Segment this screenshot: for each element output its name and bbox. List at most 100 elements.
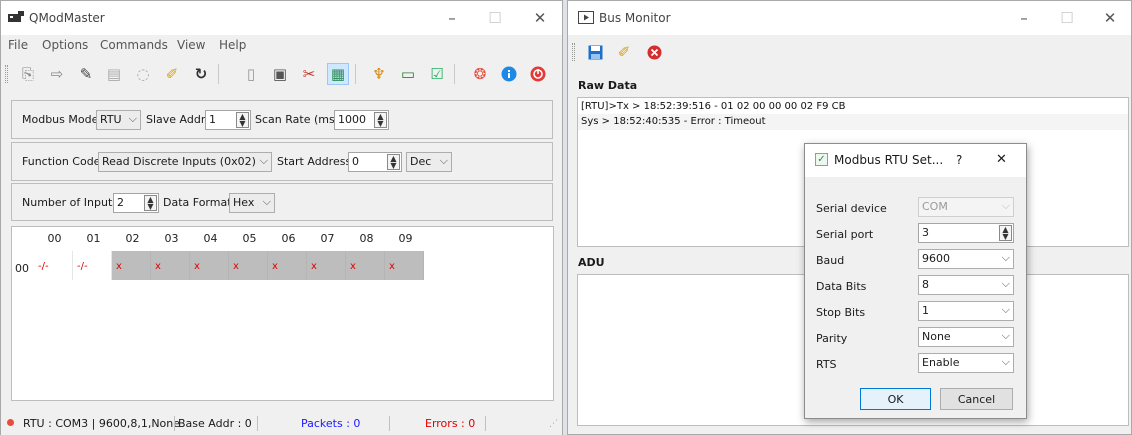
function-code-label: Function Code	[22, 155, 101, 168]
spin-arrows-icon: ▲ ▼	[236, 112, 249, 128]
rts-select[interactable]: Enable ⌵	[918, 353, 1014, 373]
chevron-down-icon: ⌵	[1001, 251, 1010, 264]
ok-button[interactable]: OK	[860, 388, 931, 410]
connection-status: RTU : COM3 | 9600,8,1,None	[23, 417, 181, 430]
toolbar-grip-icon[interactable]	[5, 65, 8, 83]
qmodmaster-titlebar[interactable]: QModMaster – ☐ ✕	[1, 1, 562, 35]
table-cell[interactable]: x	[190, 251, 229, 280]
slave-addr-label: Slave Addr	[146, 113, 206, 126]
app-icon	[8, 11, 24, 22]
parity-label: Parity	[816, 332, 848, 345]
address-format-select[interactable]: Dec ⌵	[406, 152, 452, 172]
resize-grip-icon[interactable]: ⋰	[549, 419, 558, 429]
table-cell[interactable]: x	[112, 251, 151, 280]
clear-icon[interactable]: ✐	[161, 63, 183, 85]
window-title: QModMaster	[29, 11, 105, 25]
modbus-tcp-icon[interactable]: ▭	[397, 63, 419, 85]
rtu-settings-dialog: ✓ Modbus RTU Set... ? ✕ Serial device CO…	[804, 143, 1027, 419]
status-separator	[257, 416, 258, 431]
toolbar-separator	[454, 64, 455, 84]
start-address-spinbox[interactable]: 0 ▲ ▼	[348, 152, 402, 172]
menu-options[interactable]: Options	[42, 38, 88, 52]
close-button[interactable]: ✕	[517, 5, 563, 31]
spin-arrows-icon: ▲ ▼	[374, 112, 387, 128]
log-icon[interactable]: ▯	[240, 63, 262, 85]
tools-icon[interactable]: ✂	[298, 63, 320, 85]
column-header: 09	[398, 232, 413, 245]
number-inputs-spinbox[interactable]: 2 ▲ ▼	[113, 193, 159, 213]
table-cell[interactable]: x	[151, 251, 190, 280]
column-header: 00	[47, 232, 62, 245]
slave-addr-spinbox[interactable]: 1 ▲ ▼	[205, 110, 251, 130]
function-group: Function Code Read Discrete Inputs (0x02…	[11, 142, 553, 181]
save-icon[interactable]	[584, 41, 606, 63]
bus-monitor-icon[interactable]: ▣	[269, 63, 291, 85]
column-header: 04	[203, 232, 218, 245]
bus-monitor-toolbar: ✐	[568, 35, 1131, 71]
minimize-button[interactable]: –	[1001, 5, 1047, 31]
connect-icon[interactable]: ⎘	[17, 63, 39, 85]
close-button[interactable]: ✕	[1087, 5, 1132, 31]
chevron-down-icon: ⌵	[439, 154, 448, 167]
refresh-icon[interactable]: ↻	[190, 63, 212, 85]
column-header: 08	[359, 232, 374, 245]
modbus-mode-select[interactable]: RTU ⌵	[96, 110, 141, 130]
mode-group: Modbus Mode RTU ⌵ Slave Addr 1 ▲ ▼ Scan Rat…	[11, 100, 553, 139]
serial-port-spinbox[interactable]: 3 ▲ ▼	[918, 223, 1014, 243]
exit-icon[interactable]	[527, 63, 549, 85]
help-icon[interactable]: ❂	[469, 63, 491, 85]
modbus-rtu-icon[interactable]: ♆	[368, 63, 390, 85]
table-icon[interactable]: ▦	[327, 63, 349, 85]
menu-commands[interactable]: Commands	[100, 38, 168, 52]
status-separator	[389, 416, 390, 431]
table-cell[interactable]: -/-	[34, 251, 73, 280]
status-bar: RTU : COM3 | 9600,8,1,None Base Addr : 0…	[1, 411, 562, 435]
data-table: 00 01 02 03 04 05 06 07 08 09 00 -/- -/-…	[11, 226, 554, 401]
chevron-down-icon: ⌵	[1001, 355, 1010, 368]
table-cell[interactable]: x	[229, 251, 268, 280]
maximize-button[interactable]: ☐	[1044, 5, 1090, 31]
serial-device-label: Serial device	[816, 202, 887, 215]
column-header: 05	[242, 232, 257, 245]
parity-select[interactable]: None ⌵	[918, 327, 1014, 347]
table-cell[interactable]: x	[385, 251, 424, 280]
scan-icon[interactable]: ▤	[103, 63, 125, 85]
chevron-down-icon: ⌵	[1001, 277, 1010, 290]
serial-device-select[interactable]: COM ⌵	[918, 197, 1014, 217]
scan-rate-spinbox[interactable]: 1000 ▲ ▼	[334, 110, 389, 130]
raw-data-line: [RTU]>Tx > 18:52:39:516 - 01 02 00 00 00…	[581, 101, 846, 112]
clear-icon[interactable]: ✐	[613, 41, 635, 63]
minimize-button[interactable]: –	[429, 5, 475, 31]
reset-icon[interactable]: ◌	[132, 63, 154, 85]
table-cell[interactable]: x	[346, 251, 385, 280]
exit-icon[interactable]	[643, 41, 665, 63]
data-format-select[interactable]: Hex ⌵	[229, 193, 275, 213]
toolbar-grip-icon[interactable]	[572, 43, 575, 61]
table-cell[interactable]: x	[268, 251, 307, 280]
number-inputs-label: Number of Inputs	[22, 196, 118, 209]
read-write-icon[interactable]: ✎	[75, 63, 97, 85]
menu-help[interactable]: Help	[219, 38, 246, 52]
rts-label: RTS	[816, 358, 837, 371]
cancel-button[interactable]: Cancel	[940, 388, 1013, 410]
status-separator	[174, 416, 175, 431]
menu-view[interactable]: View	[177, 38, 205, 52]
stop-bits-select[interactable]: 1 ⌵	[918, 301, 1014, 321]
menu-file[interactable]: File	[8, 38, 28, 52]
dialog-titlebar[interactable]: ✓ Modbus RTU Set... ? ✕	[805, 144, 1026, 177]
close-button[interactable]: ✕	[996, 152, 1007, 167]
about-icon[interactable]	[498, 63, 520, 85]
modbus-mode-label: Modbus Mode	[22, 113, 99, 126]
baud-select[interactable]: 9600 ⌵	[918, 249, 1014, 269]
maximize-button[interactable]: ☐	[472, 5, 518, 31]
table-cell[interactable]: -/-	[73, 251, 112, 280]
spin-arrows-icon: ▲ ▼	[387, 154, 400, 170]
function-code-select[interactable]: Read Discrete Inputs (0x02) ⌵	[98, 152, 272, 172]
table-cell[interactable]: x	[307, 251, 346, 280]
bus-monitor-titlebar[interactable]: Bus Monitor – ☐ ✕	[568, 1, 1131, 35]
help-button[interactable]: ?	[956, 153, 962, 167]
disconnect-icon[interactable]: ⇨	[46, 63, 68, 85]
menubar: File Options Commands View Help	[1, 35, 562, 55]
settings-icon[interactable]: ☑	[426, 63, 448, 85]
data-bits-select[interactable]: 8 ⌵	[918, 275, 1014, 295]
